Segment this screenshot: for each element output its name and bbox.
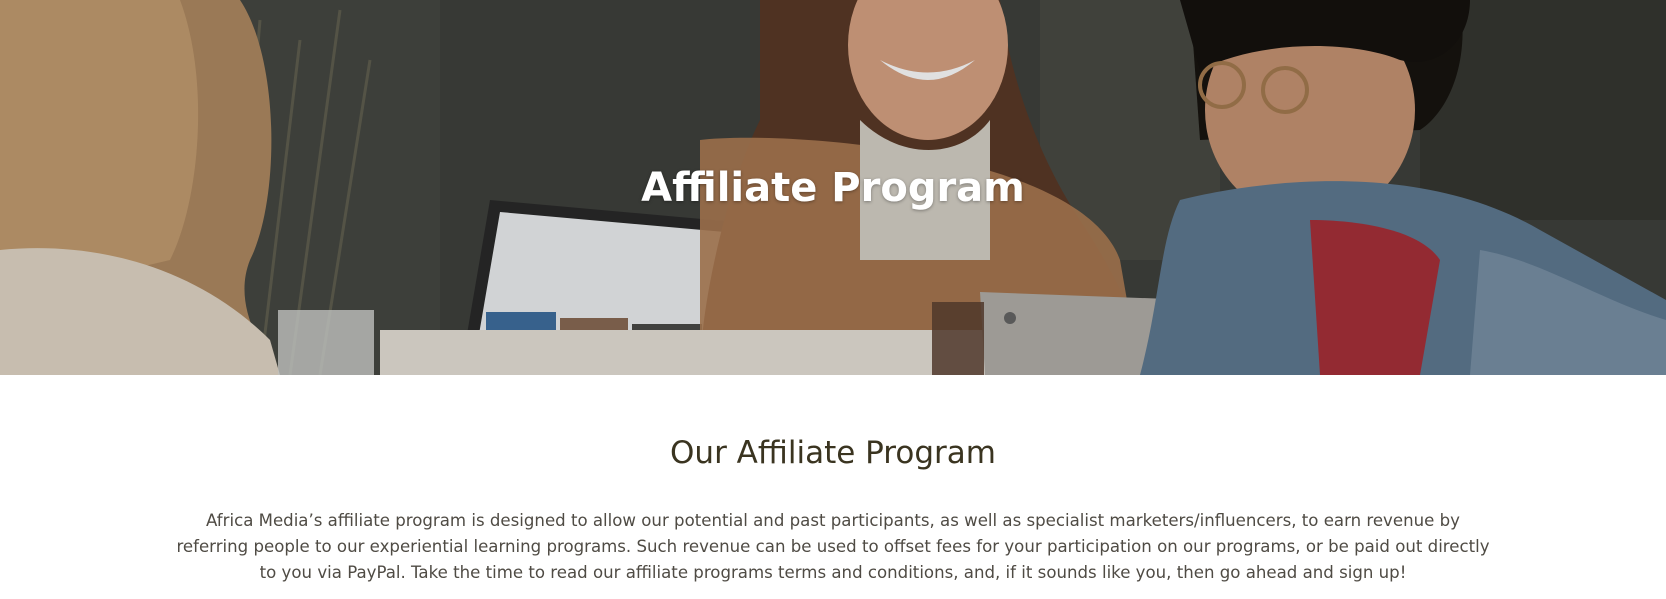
- hero-title: Affiliate Program: [641, 165, 1025, 211]
- section-heading: Our Affiliate Program: [670, 435, 996, 471]
- affiliate-section: Our Affiliate Program Africa Media’s aff…: [0, 375, 1666, 599]
- section-description: Africa Media’s affiliate program is desi…: [176, 511, 1490, 582]
- hero-banner: Affiliate Program: [0, 0, 1666, 375]
